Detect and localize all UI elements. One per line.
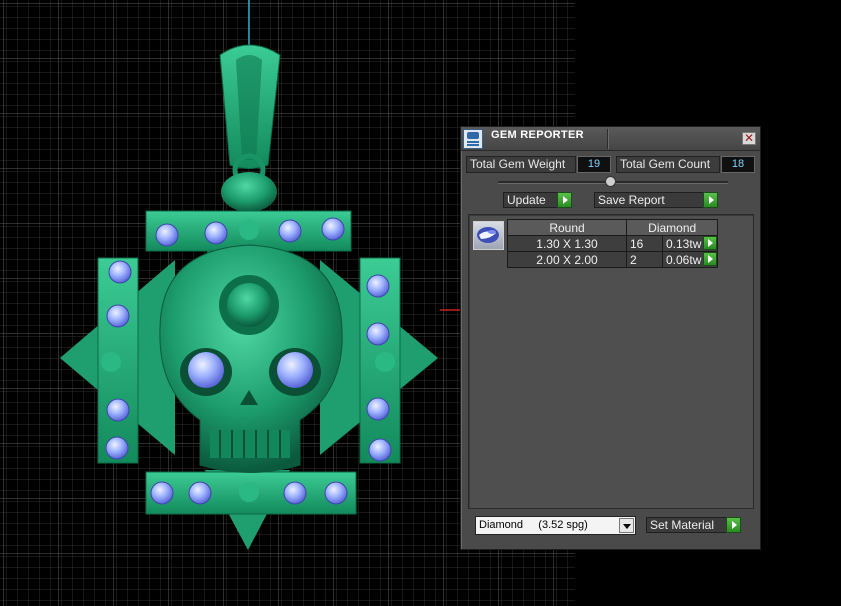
- play-arrow-icon[interactable]: [726, 517, 741, 533]
- update-button-label: Update: [507, 193, 546, 207]
- shape-header: Round: [507, 219, 627, 236]
- table-row: 2.00 X 2.00 2 0.06tw: [507, 251, 719, 268]
- gem-count-cell: 16: [626, 235, 663, 252]
- gem-weight-cell: 0.06tw: [661, 251, 719, 268]
- total-gem-count-value: 18: [721, 156, 755, 173]
- round-gem-thumbnail[interactable]: [473, 221, 504, 250]
- gem-weight-cell: 0.13tw: [661, 235, 719, 252]
- panel-titlebar[interactable]: GEM REPORTER ✕: [461, 127, 760, 151]
- select-gems-arrow-icon[interactable]: [703, 236, 718, 250]
- material-dropdown[interactable]: Diamond (3.52 spg): [475, 516, 636, 535]
- gem-reporter-panel: GEM REPORTER ✕ Total Gem Weight 19 Total…: [460, 126, 761, 550]
- gem-count-cell: 2: [626, 251, 663, 268]
- update-button[interactable]: Update: [503, 192, 572, 208]
- total-gem-weight-label: Total Gem Weight: [466, 156, 576, 173]
- table-header-row: Round Diamond: [507, 219, 719, 236]
- select-gems-arrow-icon[interactable]: [703, 252, 718, 266]
- material-header: Diamond: [625, 219, 719, 236]
- save-report-button-label: Save Report: [598, 193, 665, 207]
- play-arrow-icon[interactable]: [557, 192, 572, 208]
- gem-weight-value: 0.06tw: [666, 252, 702, 267]
- set-material-button[interactable]: Set Material: [646, 517, 741, 533]
- close-button[interactable]: ✕: [742, 132, 756, 145]
- gem-icon: [477, 227, 499, 243]
- chevron-down-icon[interactable]: [619, 518, 634, 533]
- total-gem-count-label: Total Gem Count: [616, 156, 720, 173]
- report-slider-thumb[interactable]: [605, 176, 616, 187]
- table-row: 1.30 X 1.30 16 0.13tw: [507, 235, 719, 252]
- gem-weight-value: 0.13tw: [666, 236, 702, 251]
- gem-reporter-icon: [463, 129, 483, 149]
- gem-report-area: Round Diamond 1.30 X 1.30 16 0.13tw 2.00…: [468, 214, 754, 509]
- gem-size-cell: 2.00 X 2.00: [507, 251, 627, 268]
- title-divider: [607, 129, 608, 149]
- save-report-button[interactable]: Save Report: [594, 192, 718, 208]
- set-material-button-label: Set Material: [650, 518, 715, 532]
- gem-size-cell: 1.30 X 1.30: [507, 235, 627, 252]
- play-arrow-icon[interactable]: [703, 192, 718, 208]
- total-gem-weight-value: 19: [577, 156, 611, 173]
- material-selected-value: Diamond (3.52 spg): [479, 519, 588, 531]
- panel-title: GEM REPORTER: [491, 129, 584, 141]
- gem-report-table: Round Diamond 1.30 X 1.30 16 0.13tw 2.00…: [507, 219, 719, 268]
